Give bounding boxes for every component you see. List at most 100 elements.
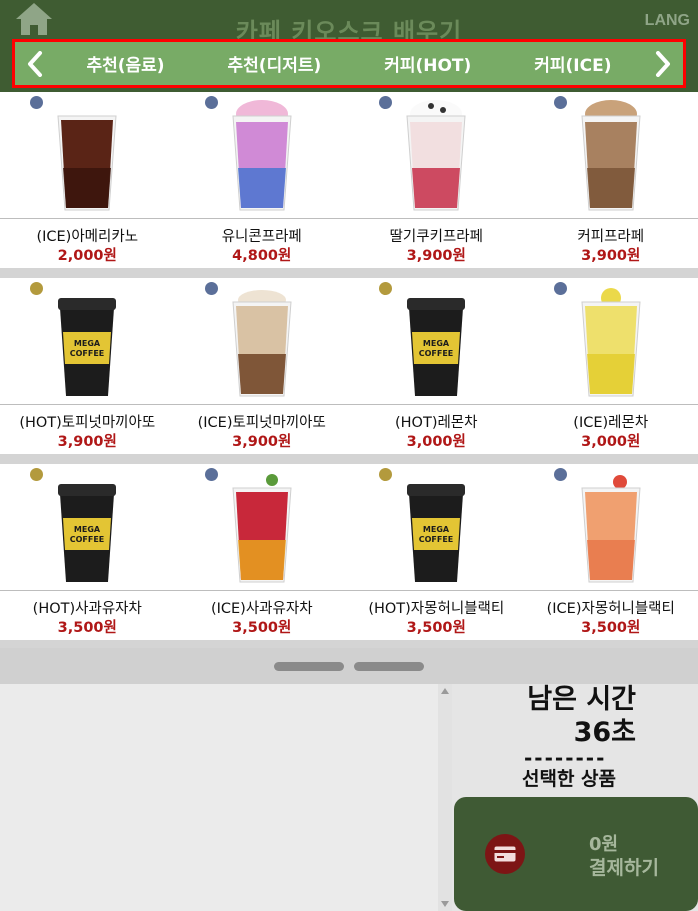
menu-row: (ICE)아메리카노 2,000원 유니콘프라페 4,800원 딸기쿠키프라페 3,9… bbox=[0, 92, 698, 278]
tab-recommended-desserts[interactable]: 추천(디저트) bbox=[228, 51, 322, 76]
menu-item-price: 3,000원 bbox=[406, 434, 466, 450]
menu-item[interactable]: MEGA COFFEE (HOT)사과유자차 3,500원 bbox=[0, 464, 175, 640]
item-divider bbox=[174, 404, 349, 405]
menu-item-name: (ICE)레몬차 bbox=[573, 415, 649, 431]
menu-item-name: (ICE)토피넛마끼아또 bbox=[197, 415, 326, 431]
menu-item-name: (HOT)토피넛마끼아또 bbox=[19, 415, 156, 431]
menu-item-name: 딸기쿠키프라페 bbox=[389, 229, 483, 245]
menu-item-price: 3,900원 bbox=[232, 434, 292, 450]
lang-button[interactable]: LANG bbox=[645, 12, 690, 30]
item-divider bbox=[174, 590, 349, 591]
item-divider bbox=[349, 218, 524, 219]
menu-item-name: (HOT)레몬차 bbox=[394, 415, 478, 431]
menu-item-price: 3,900원 bbox=[581, 248, 641, 264]
best-badge bbox=[30, 468, 43, 481]
drink-image bbox=[57, 115, 117, 211]
new-badge bbox=[204, 282, 218, 295]
svg-text:MEGA: MEGA bbox=[74, 525, 101, 534]
drink-image bbox=[232, 290, 292, 397]
drink-image bbox=[581, 100, 641, 211]
menu-item-name: 유니콘프라페 bbox=[221, 229, 302, 245]
drink-image: MEGACOFFEE bbox=[58, 298, 117, 396]
menu-item[interactable]: (ICE)자몽허니블랙티 3,500원 bbox=[523, 464, 698, 640]
best-badge bbox=[379, 468, 392, 481]
scroll-down-icon[interactable] bbox=[441, 901, 449, 907]
remaining-time-value: 36초 bbox=[573, 717, 636, 748]
menu-item[interactable]: (ICE)토피넛마끼아또 3,900원 bbox=[174, 278, 349, 454]
menu-item[interactable]: MEGA COFFEE (HOT)레몬차 3,000원 bbox=[349, 278, 524, 454]
drink-image bbox=[406, 100, 466, 211]
svg-text:MEGA: MEGA bbox=[423, 339, 450, 348]
svg-text:COFFEE: COFFEE bbox=[70, 535, 105, 544]
menu-item[interactable]: 커피프라페 3,900원 bbox=[523, 92, 698, 268]
drink-image: MEGACOFFEE bbox=[407, 298, 466, 396]
menu-item-price: 3,500원 bbox=[57, 620, 117, 636]
menu-item-price: 4,800원 bbox=[232, 248, 292, 264]
cart-list[interactable] bbox=[0, 684, 438, 911]
item-divider bbox=[0, 404, 175, 405]
menu-item-name: (ICE)아메리카노 bbox=[36, 229, 139, 245]
tab-coffee-ice[interactable]: 커피(ICE) bbox=[534, 51, 611, 76]
page-dot-2[interactable] bbox=[354, 661, 424, 671]
drink-image bbox=[581, 475, 641, 583]
chevron-left-icon bbox=[28, 50, 42, 77]
menu-item-name: (ICE)자몽허니블랙티 bbox=[546, 601, 675, 617]
item-divider bbox=[523, 590, 698, 591]
tab-recommended-drinks[interactable]: 추천(음료) bbox=[86, 51, 164, 76]
menu-item-name: (HOT)자몽허니블랙티 bbox=[368, 601, 505, 617]
svg-text:COFFEE: COFFEE bbox=[419, 349, 454, 358]
credit-card-icon bbox=[485, 834, 525, 874]
menu-item-name: 커피프라페 bbox=[577, 229, 645, 245]
pay-label: 결제하기 bbox=[589, 857, 659, 879]
menu-item-price: 3,900원 bbox=[57, 434, 117, 450]
menu-item[interactable]: 유니콘프라페 4,800원 bbox=[174, 92, 349, 268]
svg-text:MEGA: MEGA bbox=[74, 339, 101, 348]
scroll-up-icon[interactable] bbox=[441, 688, 449, 694]
category-tabs: 추천(음료) 추천(디저트) 커피(HOT) 커피(ICE) bbox=[55, 51, 643, 76]
page-dot-1[interactable] bbox=[274, 661, 344, 671]
menu-item[interactable]: MEGA COFFEE (HOT)자몽허니블랙티 3,500원 bbox=[349, 464, 524, 640]
menu-item-price: 3,500원 bbox=[232, 620, 292, 636]
selected-items-label: 선택한 상품 bbox=[522, 768, 617, 790]
menu-item[interactable]: (ICE)레몬차 3,000원 bbox=[523, 278, 698, 454]
tab-coffee-hot[interactable]: 커피(HOT) bbox=[384, 51, 471, 76]
cart-scrollbar[interactable] bbox=[438, 684, 452, 911]
item-divider bbox=[174, 218, 349, 219]
drink-image bbox=[581, 288, 641, 397]
menu-item[interactable]: (ICE)사과유자차 3,500원 bbox=[174, 464, 349, 640]
drink-image: MEGACOFFEE bbox=[58, 484, 117, 582]
header: 카페 키오스크 배우기 LANG 추천(음료) 추천(디저트) 커피(HOT) … bbox=[0, 0, 698, 92]
new-badge bbox=[204, 468, 218, 481]
best-badge bbox=[379, 282, 392, 295]
menu-item-name: (HOT)사과유자차 bbox=[32, 601, 142, 617]
menu-item-name: (ICE)사과유자차 bbox=[210, 601, 313, 617]
item-divider bbox=[349, 590, 524, 591]
menu-item[interactable]: MEGA COFFEE (HOT)토피넛마끼아또 3,900원 bbox=[0, 278, 175, 454]
item-divider bbox=[523, 218, 698, 219]
next-category-button[interactable] bbox=[643, 42, 683, 85]
item-divider bbox=[0, 590, 175, 591]
new-badge bbox=[379, 96, 392, 109]
prev-category-button[interactable] bbox=[15, 42, 55, 85]
svg-text:COFFEE: COFFEE bbox=[419, 535, 454, 544]
menu-item-price: 3,000원 bbox=[581, 434, 641, 450]
svg-text:COFFEE: COFFEE bbox=[70, 349, 105, 358]
category-bar: 추천(음료) 추천(디저트) 커피(HOT) 커피(ICE) bbox=[12, 39, 686, 88]
menu-item[interactable]: (ICE)아메리카노 2,000원 bbox=[0, 92, 175, 268]
drink-image bbox=[232, 474, 292, 583]
new-badge bbox=[553, 96, 567, 109]
pay-button[interactable]: 0원 결제하기 bbox=[454, 797, 698, 911]
menu-grid: (ICE)아메리카노 2,000원 유니콘프라페 4,800원 딸기쿠키프라페 3,9… bbox=[0, 92, 698, 650]
svg-text:MEGA: MEGA bbox=[423, 525, 450, 534]
new-badge bbox=[553, 468, 567, 481]
drink-image: MEGACOFFEE bbox=[407, 484, 466, 582]
drink-image bbox=[232, 100, 292, 211]
item-divider bbox=[523, 404, 698, 405]
menu-item-price: 3,500원 bbox=[581, 620, 641, 636]
new-badge bbox=[30, 96, 43, 109]
menu-item-price: 2,000원 bbox=[57, 248, 117, 264]
new-badge bbox=[553, 282, 567, 295]
menu-item[interactable]: 딸기쿠키프라페 3,900원 bbox=[349, 92, 524, 268]
menu-row: MEGA COFFEE (HOT)토피넛마끼아또 3,900원 (ICE)토피넛마끼아… bbox=[0, 278, 698, 464]
chevron-right-icon bbox=[656, 50, 670, 77]
